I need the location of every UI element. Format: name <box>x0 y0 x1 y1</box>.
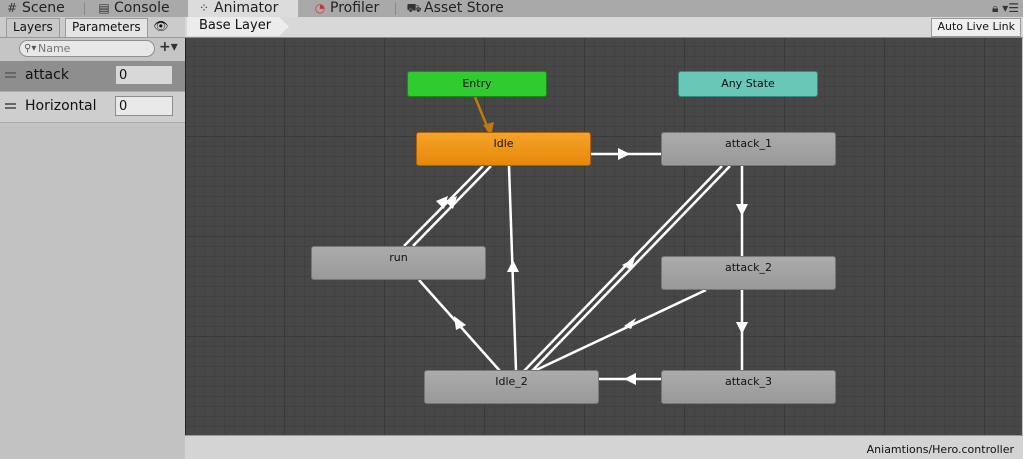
state-attack-2[interactable]: attack_2 <box>661 256 836 290</box>
tab-divider <box>395 2 396 15</box>
search-field[interactable]: ⚲▾ <box>19 40 155 57</box>
state-attack-3[interactable]: attack_3 <box>661 370 836 404</box>
transition-arrowhead <box>507 260 519 272</box>
tab-profiler-label: Profiler <box>330 0 380 16</box>
state-run[interactable]: run <box>311 246 486 280</box>
eye-icon[interactable]: 👁︎ <box>153 19 169 35</box>
window-tab-bar: # Scene ▤ Console ⁘ Animator ◔ Profiler ⛟ Ass… <box>0 0 1023 18</box>
state-entry[interactable]: Entry <box>407 71 547 97</box>
window-controls: 🔒︎ ▾☰ <box>992 0 1019 17</box>
transition-arrowhead <box>618 148 630 160</box>
profiler-icon: ◔ <box>314 1 326 15</box>
console-icon: ▤ <box>98 1 110 15</box>
auto-live-link-button[interactable]: Auto Live Link <box>931 18 1021 37</box>
state-label: attack_3 <box>724 375 773 388</box>
parameter-row[interactable]: Horizontal <box>0 92 185 123</box>
parameters-panel: Layers Parameters 👁︎ ⚲▾ +▾ attack Horizo… <box>0 17 185 458</box>
parameter-row[interactable]: attack <box>0 61 185 92</box>
tab-console-label: Console <box>114 0 170 16</box>
tab-animator-label: Animator <box>214 0 279 16</box>
tab-asset-store-label: Asset Store <box>424 0 504 16</box>
state-idle[interactable]: Idle <box>416 132 591 166</box>
drag-handle-icon[interactable] <box>5 103 16 109</box>
transition-arrowhead <box>454 316 466 330</box>
tab-animator[interactable]: ⁘ Animator <box>188 0 298 17</box>
state-any-state[interactable]: Any State <box>678 71 818 97</box>
search-input[interactable] <box>38 41 148 56</box>
state-label: Entry <box>462 77 492 90</box>
state-label: Idle_2 <box>495 375 528 388</box>
state-label: attack_1 <box>724 137 773 150</box>
controller-path: Aniamtions/Hero.controller <box>866 443 1014 456</box>
tab-scene[interactable]: # Scene <box>4 0 65 17</box>
drag-handle-icon[interactable] <box>5 72 16 78</box>
search-icon: ⚲▾ <box>24 43 37 54</box>
state-label: Idle <box>493 137 514 150</box>
status-bar: Aniamtions/Hero.controller <box>185 435 1023 459</box>
parameter-name: Horizontal <box>25 98 97 114</box>
parameter-name: attack <box>25 67 69 83</box>
parameter-value-field[interactable] <box>115 96 173 116</box>
tab-scene-label: Scene <box>22 0 65 16</box>
tab-parameters[interactable]: Parameters <box>65 18 148 37</box>
lock-icon[interactable]: 🔒︎ <box>992 1 998 15</box>
graph-toolbar: Base Layer Auto Live Link <box>185 17 1023 38</box>
transition-arrowhead <box>736 204 748 216</box>
state-attack-1[interactable]: attack_1 <box>661 132 836 166</box>
state-label: Any State <box>721 77 775 90</box>
transition-arrow <box>533 288 707 373</box>
parameter-value-field[interactable] <box>115 65 173 85</box>
tab-layers[interactable]: Layers <box>6 18 60 37</box>
tab-profiler[interactable]: ◔ Profiler <box>312 0 380 17</box>
state-label: attack_2 <box>724 261 773 274</box>
transition-arrowhead <box>736 322 748 334</box>
state-idle-2[interactable]: Idle_2 <box>424 370 599 404</box>
search-row: ⚲▾ +▾ <box>0 38 185 60</box>
animator-icon: ⁘ <box>198 1 210 15</box>
menu-icon[interactable]: ▾☰ <box>1002 1 1019 15</box>
state-label: run <box>389 251 408 264</box>
store-icon: ⛟ <box>406 1 422 15</box>
grid-icon: # <box>6 1 18 15</box>
panel-tabs: Layers Parameters 👁︎ <box>0 17 185 38</box>
breadcrumb[interactable]: Base Layer <box>187 17 289 36</box>
transition-arrowhead <box>624 373 636 385</box>
plus-icon[interactable]: +▾ <box>159 39 178 55</box>
tab-asset-store[interactable]: ⛟ Asset Store <box>406 0 504 17</box>
tab-divider <box>84 2 85 15</box>
animator-graph[interactable]: Entry Any State Idle attack_1 run attack… <box>185 38 1022 435</box>
transitions-layer <box>403 96 748 385</box>
tab-console[interactable]: ▤ Console <box>96 0 170 17</box>
